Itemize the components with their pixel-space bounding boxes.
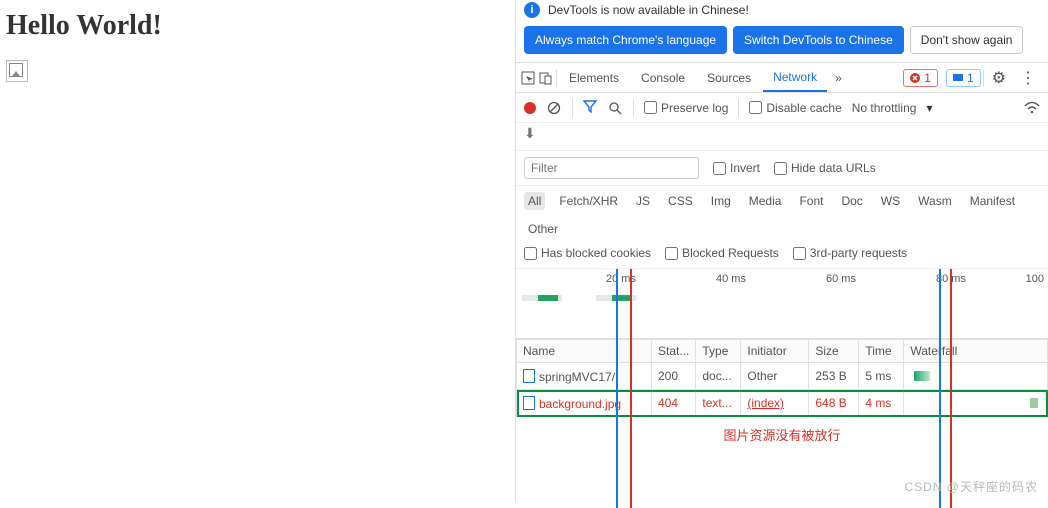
hide-data-urls-checkbox[interactable]: Hide data URLs xyxy=(774,161,876,175)
messages-count: 1 xyxy=(967,71,974,85)
network-toolbar: Preserve log Disable cache No throttling… xyxy=(516,93,1048,123)
record-button[interactable] xyxy=(524,102,536,114)
type-other[interactable]: Other xyxy=(524,220,562,238)
type-js[interactable]: JS xyxy=(632,192,654,210)
import-export-row: ⬇ xyxy=(516,123,1048,150)
search-icon[interactable] xyxy=(607,100,623,116)
disable-cache-checkbox[interactable]: Disable cache xyxy=(749,101,841,115)
info-text: DevTools is now available in Chinese! xyxy=(548,3,749,17)
blocked-cookies-checkbox[interactable]: Has blocked cookies xyxy=(524,246,651,260)
table-row[interactable]: background.jpg 404 text... (index) 648 B… xyxy=(517,390,1048,417)
page-title: Hello World! xyxy=(6,10,509,42)
col-initiator[interactable]: Initiator xyxy=(741,340,809,363)
settings-gear-icon[interactable]: ⚙ xyxy=(986,68,1012,88)
main-tabs: Elements Console Sources Network » 1 1 ⚙… xyxy=(516,63,1048,93)
more-menu-icon[interactable]: ⋮ xyxy=(1014,68,1042,88)
filter-input[interactable] xyxy=(524,157,699,179)
type-fetch[interactable]: Fetch/XHR xyxy=(555,192,622,210)
language-bar: Always match Chrome's language Switch De… xyxy=(516,20,1048,62)
col-time[interactable]: Time xyxy=(859,340,904,363)
type-all[interactable]: All xyxy=(524,192,545,210)
filter-toggle-icon[interactable] xyxy=(583,99,597,116)
download-har-icon[interactable]: ⬇ xyxy=(524,125,536,141)
devtools-panel: i DevTools is now available in Chinese! … xyxy=(515,0,1048,501)
resource-type-filters: All Fetch/XHR JS CSS Img Media Font Doc … xyxy=(516,186,1048,242)
table-header-row: Name Stat... Type Initiator Size Time Wa… xyxy=(517,340,1048,363)
clear-icon[interactable] xyxy=(546,100,562,116)
tab-network[interactable]: Network xyxy=(763,64,827,92)
tab-elements[interactable]: Elements xyxy=(559,65,629,91)
tab-sources[interactable]: Sources xyxy=(697,65,761,91)
inspect-icon[interactable] xyxy=(520,70,536,86)
broken-image-icon xyxy=(6,60,28,82)
network-conditions-icon[interactable] xyxy=(1024,100,1040,116)
type-ws[interactable]: WS xyxy=(877,192,904,210)
type-css[interactable]: CSS xyxy=(664,192,697,210)
type-font[interactable]: Font xyxy=(795,192,827,210)
type-manifest[interactable]: Manifest xyxy=(966,192,1019,210)
tick-60ms: 60 ms xyxy=(826,273,856,285)
tab-console[interactable]: Console xyxy=(631,65,695,91)
type-wasm[interactable]: Wasm xyxy=(914,192,956,210)
table-row[interactable]: springMVC17/ 200 doc... Other 253 B 5 ms xyxy=(517,363,1048,390)
errors-count: 1 xyxy=(924,71,931,85)
col-waterfall[interactable]: Waterfall xyxy=(904,340,1048,363)
tick-40ms: 40 ms xyxy=(716,273,746,285)
file-icon xyxy=(523,369,535,383)
info-icon: i xyxy=(524,2,540,18)
dismiss-button[interactable]: Don't show again xyxy=(910,26,1024,54)
col-type[interactable]: Type xyxy=(696,340,741,363)
type-media[interactable]: Media xyxy=(745,192,786,210)
watermark: CSDN @天秤座的码农 xyxy=(904,478,1038,495)
invert-checkbox[interactable]: Invert xyxy=(713,161,760,175)
dropdown-caret-icon[interactable]: ▾ xyxy=(926,101,932,115)
more-tabs-chevron[interactable]: » xyxy=(829,71,848,85)
third-party-checkbox[interactable]: 3rd-party requests xyxy=(793,246,907,260)
network-table: Name Stat... Type Initiator Size Time Wa… xyxy=(516,339,1048,417)
switch-language-button[interactable]: Switch DevTools to Chinese xyxy=(733,26,904,54)
messages-pill[interactable]: 1 xyxy=(946,69,981,87)
preserve-log-checkbox[interactable]: Preserve log xyxy=(644,101,728,115)
extra-filters: Has blocked cookies Blocked Requests 3rd… xyxy=(516,242,1048,269)
info-bar: i DevTools is now available in Chinese! xyxy=(516,0,1048,20)
rendered-page: Hello World! xyxy=(0,0,515,501)
filter-row: Invert Hide data URLs xyxy=(516,150,1048,186)
timeline-overview[interactable]: 20 ms 40 ms 60 ms 80 ms 100 xyxy=(516,269,1048,339)
errors-pill[interactable]: 1 xyxy=(903,69,938,87)
device-toggle-icon[interactable] xyxy=(538,70,554,86)
tick-100ms: 100 xyxy=(1026,273,1044,285)
type-img[interactable]: Img xyxy=(707,192,735,210)
col-status[interactable]: Stat... xyxy=(652,340,696,363)
throttling-select[interactable]: No throttling xyxy=(852,101,917,115)
annotation-text: 图片资源没有被放行 xyxy=(516,417,1048,444)
col-size[interactable]: Size xyxy=(809,340,859,363)
type-doc[interactable]: Doc xyxy=(837,192,866,210)
match-language-button[interactable]: Always match Chrome's language xyxy=(524,26,727,54)
file-icon xyxy=(523,396,535,410)
blocked-requests-checkbox[interactable]: Blocked Requests xyxy=(665,246,779,260)
